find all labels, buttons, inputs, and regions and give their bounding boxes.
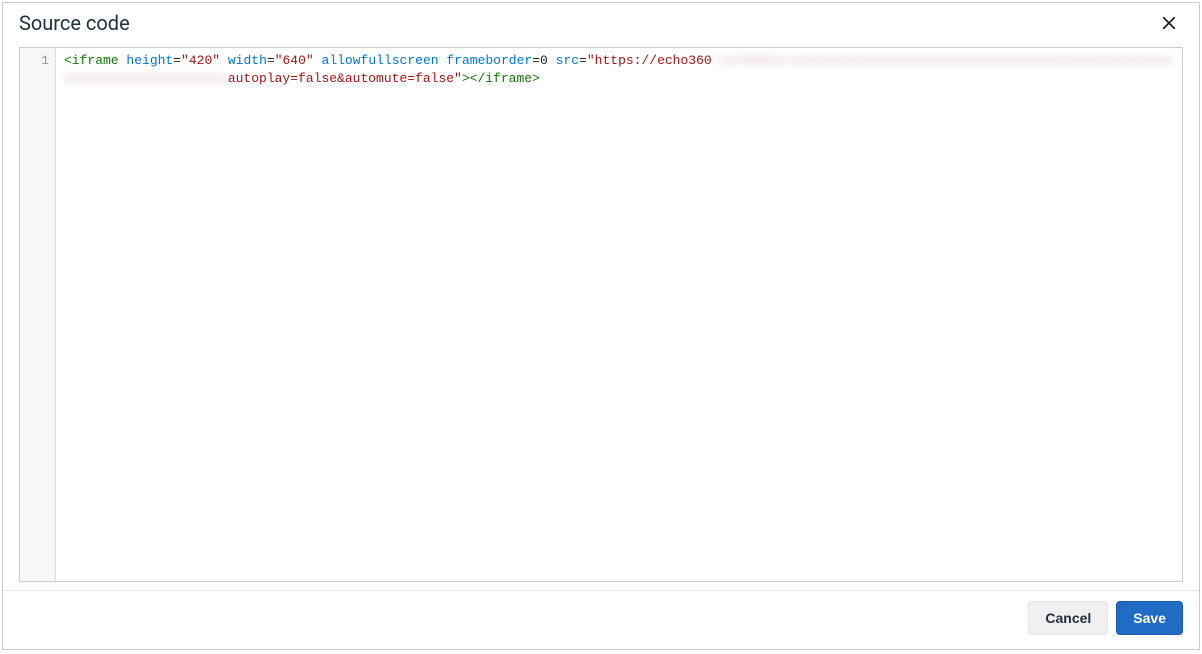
close-icon: [1160, 14, 1178, 32]
close-button[interactable]: [1155, 9, 1183, 37]
code-editor[interactable]: 1 <iframe height="420" width="640" allow…: [19, 47, 1183, 582]
source-code-dialog: Source code 1 <iframe height="420" width…: [2, 2, 1200, 650]
dialog-header: Source code: [3, 3, 1199, 47]
dialog-title: Source code: [19, 11, 130, 35]
code-textarea[interactable]: <iframe height="420" width="640" allowfu…: [56, 48, 1182, 581]
save-button[interactable]: Save: [1116, 601, 1183, 635]
dialog-footer: Cancel Save: [3, 590, 1199, 649]
line-number-gutter: 1: [20, 48, 56, 581]
cancel-button[interactable]: Cancel: [1028, 601, 1108, 635]
